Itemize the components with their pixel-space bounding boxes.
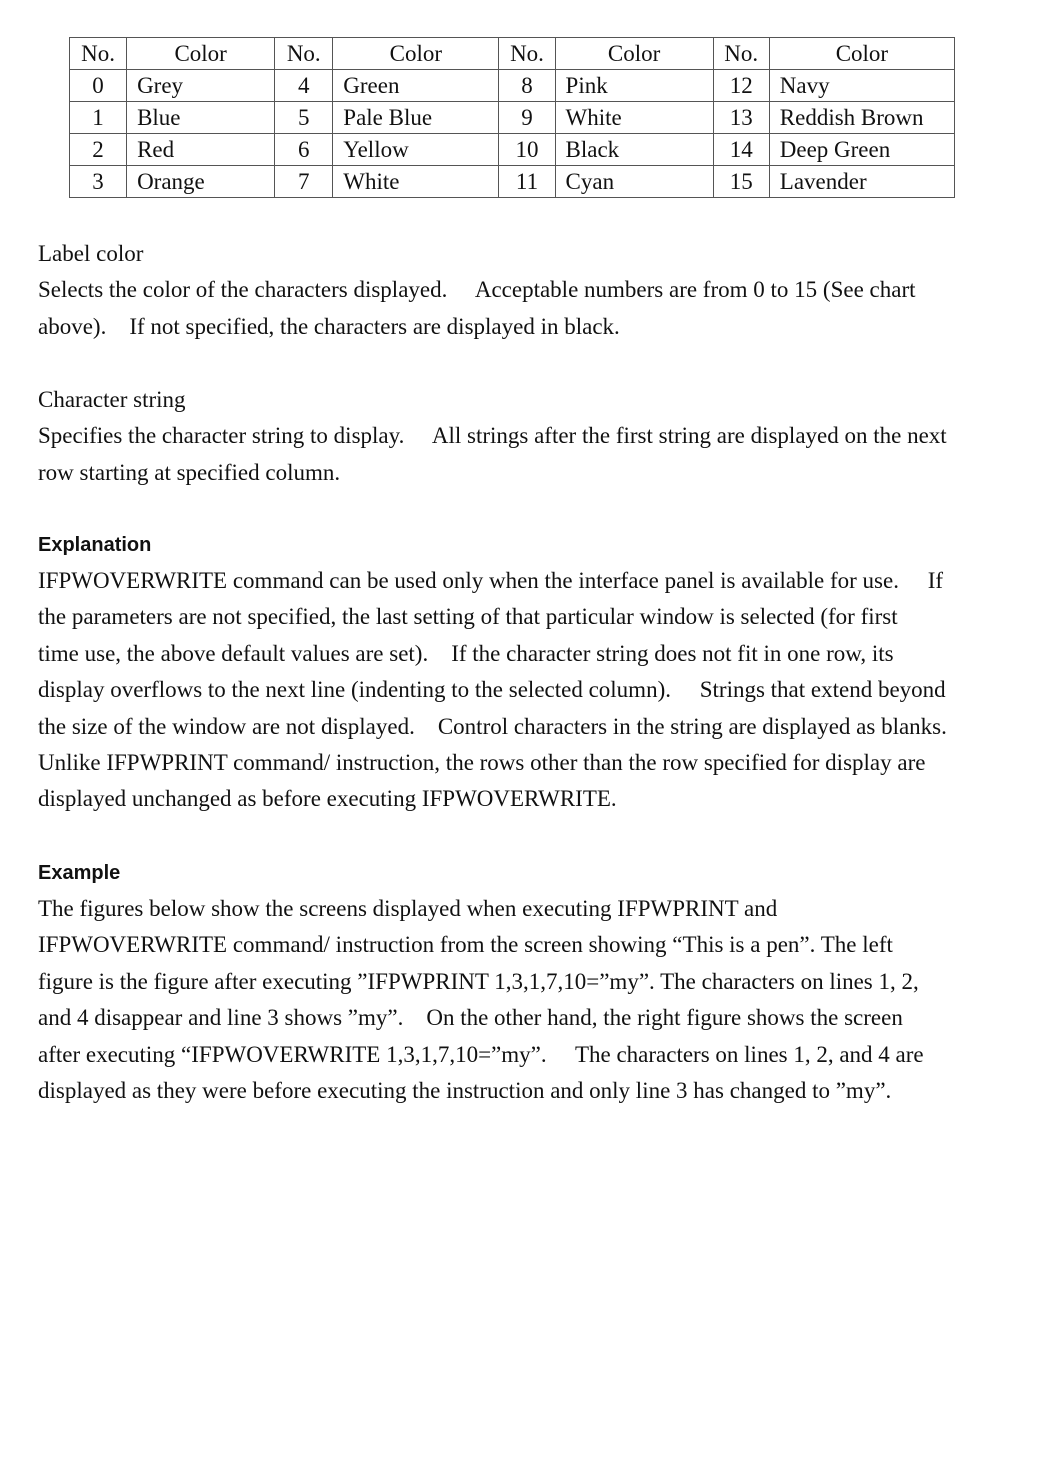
color-number-cell: 11 bbox=[498, 165, 556, 198]
color-number-cell: 12 bbox=[712, 69, 770, 102]
header-no: No. bbox=[68, 37, 128, 70]
color-number-cell: 9 bbox=[498, 101, 556, 134]
body-line: and 4 disappear and line 3 shows ”my”. O… bbox=[38, 1005, 903, 1031]
color-name-cell: Reddish Brown bbox=[768, 101, 956, 134]
color-name-cell: Lavender bbox=[768, 165, 956, 198]
body-line: the parameters are not specified, the la… bbox=[38, 604, 898, 630]
body-line: after executing “IFPWOVERWRITE 1,3,1,7,1… bbox=[38, 1041, 924, 1067]
body-line: the size of the window are not displayed… bbox=[38, 713, 947, 739]
body-line: row starting at specified column. bbox=[38, 459, 341, 485]
color-number-cell: 14 bbox=[712, 133, 770, 166]
color-name-cell: Blue bbox=[126, 101, 276, 134]
color-number-cell: 1 bbox=[68, 101, 128, 134]
example-section: Example The figures below show the scree… bbox=[38, 855, 1000, 1109]
color-name-cell: Pale Blue bbox=[332, 101, 500, 134]
header-no: No. bbox=[712, 37, 770, 70]
body-line: displayed unchanged as before executing … bbox=[38, 786, 617, 812]
color-number-cell: 7 bbox=[274, 165, 334, 198]
table-row: 2 Red 6 Yellow 10 Black 14 Deep Green bbox=[68, 133, 956, 166]
body-line: Unlike IFPWPRINT command/ instruction, t… bbox=[38, 750, 926, 776]
label-color-section: Label color Selects the color of the cha… bbox=[38, 236, 1000, 345]
color-number-cell: 15 bbox=[712, 165, 770, 198]
color-number-cell: 13 bbox=[712, 101, 770, 134]
color-number-cell: 5 bbox=[274, 101, 334, 134]
color-name-cell: Orange bbox=[126, 165, 276, 198]
header-color: Color bbox=[768, 37, 956, 70]
color-name-cell: White bbox=[554, 101, 714, 134]
table-row: 3 Orange 7 White 11 Cyan 15 Lavender bbox=[68, 165, 956, 198]
body-line: IFPWOVERWRITE command/ instruction from … bbox=[38, 932, 893, 958]
color-name-cell: Navy bbox=[768, 69, 956, 102]
color-number-cell: 3 bbox=[68, 165, 128, 198]
body-line: display overflows to the next line (inde… bbox=[38, 677, 946, 703]
color-number-cell: 2 bbox=[68, 133, 128, 166]
color-number-cell: 10 bbox=[498, 133, 556, 166]
color-name-cell: Grey bbox=[126, 69, 276, 102]
color-number-cell: 8 bbox=[498, 69, 556, 102]
section-heading: Example bbox=[38, 862, 121, 884]
color-name-cell: Red bbox=[126, 133, 276, 166]
table-row: 0 Grey 4 Green 8 Pink 12 Navy bbox=[68, 69, 956, 102]
color-name-cell: Green bbox=[332, 69, 500, 102]
body-line: IFPWOVERWRITE command can be used only w… bbox=[38, 568, 944, 593]
header-color: Color bbox=[126, 37, 276, 70]
section-heading: Explanation bbox=[38, 534, 152, 556]
color-name-cell: Pink bbox=[554, 69, 714, 102]
body-line: displayed as they were before executing … bbox=[38, 1078, 892, 1104]
body-line: Selects the color of the characters disp… bbox=[38, 277, 916, 303]
body-line: time use, the above default values are s… bbox=[38, 640, 894, 666]
color-number-cell: 0 bbox=[68, 69, 128, 102]
document-page: No. Color No. Color No. Color No. Color … bbox=[0, 0, 1038, 1472]
body-line: figure is the figure after executing ”IF… bbox=[38, 968, 919, 994]
color-name-cell: Deep Green bbox=[768, 133, 956, 166]
color-number-table: No. Color No. Color No. Color No. Color … bbox=[68, 37, 956, 198]
body-line: above). If not specified, the characters… bbox=[38, 313, 620, 339]
section-title: Label color bbox=[38, 241, 144, 266]
header-no: No. bbox=[498, 37, 556, 70]
header-no: No. bbox=[274, 37, 334, 70]
body-line: The figures below show the screens displ… bbox=[38, 896, 778, 921]
color-number-cell: 4 bbox=[274, 69, 334, 102]
color-name-cell: Yellow bbox=[332, 133, 500, 166]
color-name-cell: Cyan bbox=[554, 165, 714, 198]
explanation-section: Explanation IFPWOVERWRITE command can be… bbox=[38, 527, 1000, 818]
table-row: 1 Blue 5 Pale Blue 9 White 13 Reddish Br… bbox=[68, 101, 956, 134]
character-string-section: Character string Specifies the character… bbox=[38, 382, 1000, 491]
color-name-cell: White bbox=[332, 165, 500, 198]
header-color: Color bbox=[332, 37, 500, 70]
color-name-cell: Black bbox=[554, 133, 714, 166]
table-header-row: No. Color No. Color No. Color No. Color bbox=[68, 37, 956, 70]
header-color: Color bbox=[554, 37, 714, 70]
color-number-cell: 6 bbox=[274, 133, 334, 166]
section-title: Character string bbox=[38, 387, 186, 412]
body-line: Specifies the character string to displa… bbox=[38, 423, 947, 449]
